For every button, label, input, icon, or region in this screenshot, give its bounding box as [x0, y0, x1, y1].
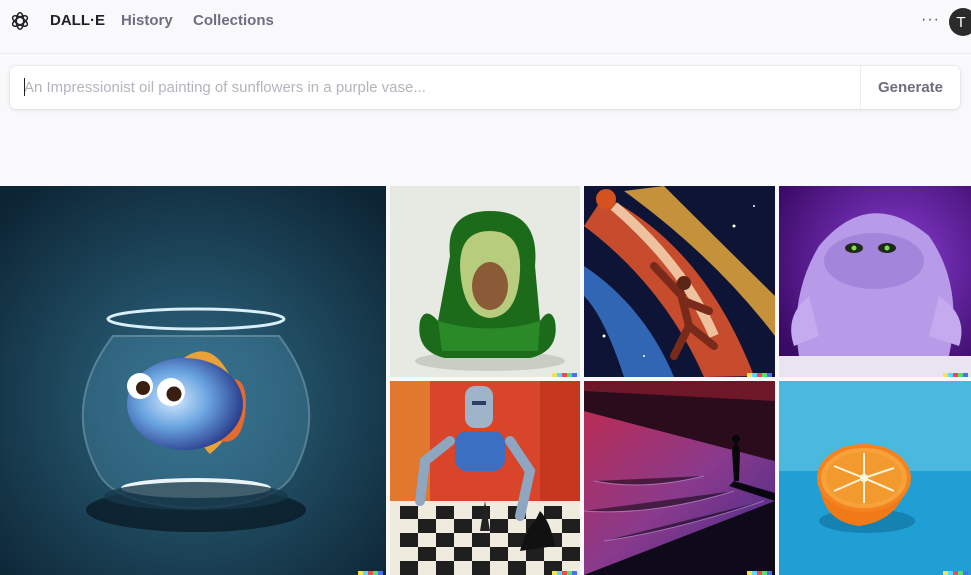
- top-bar: DALL·E History Collections ··· T: [0, 0, 971, 42]
- gallery-image-robot-chess[interactable]: [390, 381, 580, 575]
- signature-swatch: [747, 373, 772, 377]
- prompt-input[interactable]: [10, 66, 860, 109]
- generate-button[interactable]: Generate: [860, 66, 960, 109]
- more-options-icon[interactable]: ···: [921, 11, 940, 29]
- gallery-image-purple-monster[interactable]: [779, 186, 971, 377]
- signature-swatch: [552, 373, 577, 377]
- gallery-image-dune-corridor[interactable]: [584, 381, 775, 575]
- gallery-image-basketball-space[interactable]: [584, 186, 775, 377]
- signature-swatch: [943, 373, 968, 377]
- avatar[interactable]: T: [949, 8, 971, 36]
- image-gallery: [0, 186, 971, 575]
- text-caret: [24, 78, 25, 96]
- gallery-image-orange[interactable]: [779, 381, 971, 575]
- gallery-image-avocado-chair[interactable]: [390, 186, 580, 377]
- nav-history[interactable]: History: [121, 12, 173, 29]
- brand-title[interactable]: DALL·E: [50, 12, 105, 29]
- signature-swatch: [747, 571, 772, 575]
- signature-swatch: [358, 571, 383, 575]
- prompt-bar: Generate: [10, 66, 960, 109]
- nav-collections[interactable]: Collections: [193, 12, 274, 29]
- openai-logo-icon[interactable]: [9, 10, 31, 32]
- gallery-image-fishbowl[interactable]: [0, 186, 386, 575]
- header-divider: [0, 53, 971, 54]
- signature-swatch: [943, 571, 968, 575]
- signature-swatch: [552, 571, 577, 575]
